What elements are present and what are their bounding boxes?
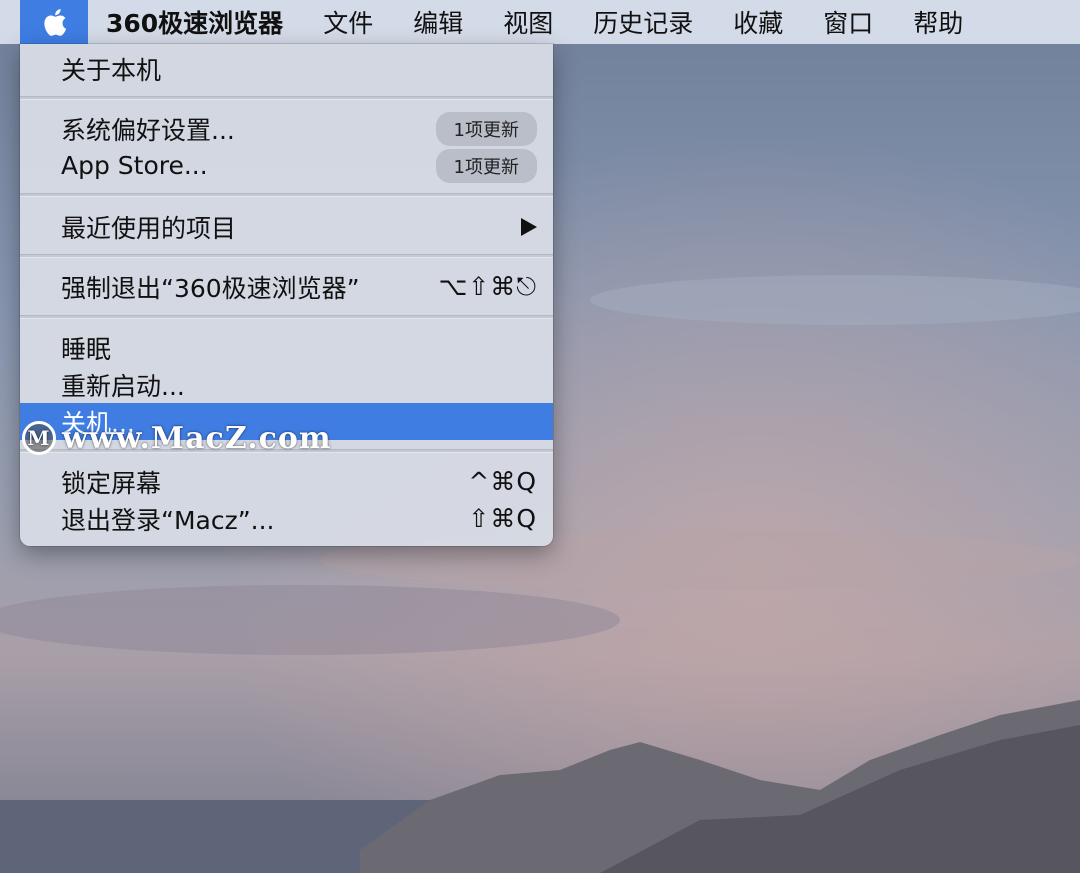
macz-logo-letter: M <box>27 426 51 450</box>
menu-item-label: 最近使用的项目 <box>61 213 237 243</box>
menu-item-system-preferences[interactable]: 系统偏好设置... 1项更新 <box>20 110 553 147</box>
menu-item-label: 锁定屏幕 <box>61 468 162 498</box>
menu-item-app-store[interactable]: App Store... 1项更新 <box>20 147 553 184</box>
menu-item-recent-items[interactable]: 最近使用的项目 <box>20 208 553 245</box>
menu-item-label: 关于本机 <box>61 55 162 85</box>
menu-item-log-out[interactable]: 退出登录“Macz”... ⇧⌘Q <box>20 500 553 537</box>
menu-item-label: App Store... <box>61 151 208 180</box>
apple-menu-dropdown: 关于本机 系统偏好设置... 1项更新 App Store... 1项更新 最近… <box>20 44 553 546</box>
apple-menu-button[interactable] <box>20 0 88 44</box>
watermark: M www.MacZ.com <box>22 418 332 458</box>
menubar-bookmarks[interactable]: 收藏 <box>713 0 803 44</box>
shortcut-label: ⌥⇧⌘⎋ <box>438 271 537 301</box>
watermark-text: www.MacZ.com <box>62 420 332 456</box>
menu-item-label: 退出登录“Macz”... <box>61 505 275 535</box>
menu-item-label: 强制退出“360极速浏览器” <box>61 273 360 303</box>
menu-item-restart[interactable]: 重新启动... <box>20 366 553 403</box>
update-badge: 1项更新 <box>435 111 537 146</box>
update-badge: 1项更新 <box>435 148 537 183</box>
menubar-history[interactable]: 历史记录 <box>573 0 713 44</box>
menu-item-label: 系统偏好设置... <box>61 115 235 145</box>
menubar-edit[interactable]: 编辑 <box>393 0 483 44</box>
menubar-app-name[interactable]: 360极速浏览器 <box>88 0 303 44</box>
menu-item-about[interactable]: 关于本机 <box>20 50 553 87</box>
shortcut-label: ⇧⌘Q <box>468 504 537 533</box>
menu-bar: 360极速浏览器 文件 编辑 视图 历史记录 收藏 窗口 帮助 <box>0 0 1080 44</box>
menu-item-label: 睡眠 <box>61 334 112 364</box>
menu-separator <box>20 193 553 197</box>
menu-item-lock-screen[interactable]: 锁定屏幕 ^⌘Q <box>20 463 553 500</box>
menubar-view[interactable]: 视图 <box>483 0 573 44</box>
menu-item-force-quit[interactable]: 强制退出“360极速浏览器” ⌥⇧⌘⎋ <box>20 268 553 305</box>
menu-separator <box>20 96 553 100</box>
menu-separator <box>20 315 553 319</box>
macz-logo-icon: M <box>22 421 56 455</box>
submenu-arrow-icon <box>521 217 537 236</box>
menu-item-label: 重新启动... <box>61 371 185 401</box>
menubar-file[interactable]: 文件 <box>303 0 393 44</box>
menu-separator <box>20 254 553 258</box>
apple-logo-icon <box>44 9 67 36</box>
menubar-window[interactable]: 窗口 <box>803 0 893 44</box>
menu-item-sleep[interactable]: 睡眠 <box>20 329 553 366</box>
menubar-help[interactable]: 帮助 <box>893 0 983 44</box>
shortcut-label: ^⌘Q <box>468 467 537 496</box>
